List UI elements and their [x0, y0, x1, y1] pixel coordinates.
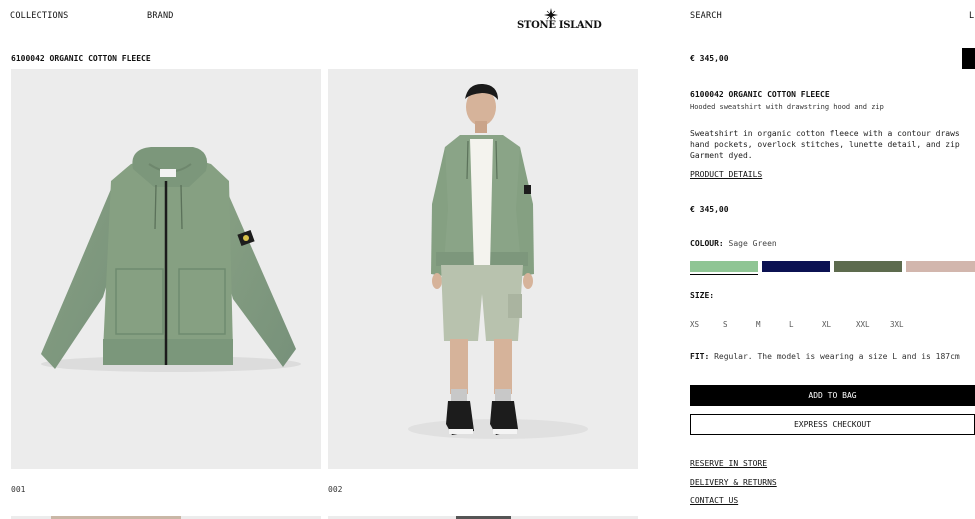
nav-right-truncated[interactable]: L	[969, 11, 974, 21]
swatch-rose[interactable]	[906, 261, 975, 272]
swatch-navy[interactable]	[762, 261, 830, 272]
fit-row: FIT: Regular. The model is wearing a siz…	[690, 352, 960, 361]
nav-brand[interactable]: BRAND	[147, 11, 174, 21]
description-line: hand pockets, overlock stitches, lunette…	[690, 140, 960, 149]
contact-us-link[interactable]: CONTACT US	[690, 496, 738, 505]
image-1-caption: 001	[11, 485, 26, 494]
size-xs[interactable]: XS	[690, 320, 699, 329]
product-details-link[interactable]: PRODUCT DETAILS	[690, 170, 762, 179]
sticky-add-button[interactable]	[962, 48, 975, 69]
product-image-1[interactable]	[11, 69, 321, 469]
description-line: Sweatshirt in organic cotton fleece with…	[690, 129, 960, 138]
fit-text: Regular. The model is wearing a size L a…	[714, 352, 960, 361]
product-description: Sweatshirt in organic cotton fleece with…	[690, 128, 960, 161]
size-3xl[interactable]: 3XL	[890, 320, 904, 329]
nav-collections[interactable]: COLLECTIONS	[10, 11, 69, 21]
colour-row: COLOUR: Sage Green	[690, 239, 777, 248]
selected-swatch-indicator	[690, 274, 758, 275]
colour-label: COLOUR:	[690, 239, 724, 248]
description-line: Garment dyed.	[690, 151, 753, 160]
fit-label: FIT:	[690, 352, 710, 361]
nav-search[interactable]: SEARCH	[690, 11, 722, 21]
model-illustration	[408, 83, 588, 439]
size-m[interactable]: M	[756, 320, 761, 329]
logo-text: STONE ISLAND	[517, 20, 602, 31]
swatch-olive[interactable]	[834, 261, 902, 272]
reserve-in-store-link[interactable]: RESERVE IN STORE	[690, 459, 767, 468]
product-image-2[interactable]	[328, 69, 638, 469]
price: € 345,00	[690, 205, 729, 214]
express-checkout-button[interactable]: EXPRESS CHECKOUT	[690, 414, 975, 435]
size-xxl[interactable]: XXL	[856, 320, 870, 329]
hoodie-flatlay-illustration	[41, 147, 301, 372]
size-xl[interactable]: XL	[822, 320, 831, 329]
price-top: € 345,00	[690, 54, 729, 63]
delivery-returns-link[interactable]: DELIVERY & RETURNS	[690, 478, 777, 487]
brand-logo[interactable]: STONE ISLAND	[517, 8, 602, 34]
image-2-caption: 002	[328, 485, 343, 494]
size-label: SIZE:	[690, 291, 715, 300]
page-title: 6100042 ORGANIC COTTON FLEECE	[11, 54, 151, 63]
product-name: 6100042 ORGANIC COTTON FLEECE	[690, 90, 830, 99]
add-to-bag-button[interactable]: ADD TO BAG	[690, 385, 975, 406]
product-subtitle: Hooded sweatshirt with drawstring hood a…	[690, 103, 884, 111]
swatch-sage-green[interactable]	[690, 261, 758, 272]
colour-value: Sage Green	[728, 239, 777, 248]
size-l[interactable]: L	[789, 320, 794, 329]
size-s[interactable]: S	[723, 320, 728, 329]
